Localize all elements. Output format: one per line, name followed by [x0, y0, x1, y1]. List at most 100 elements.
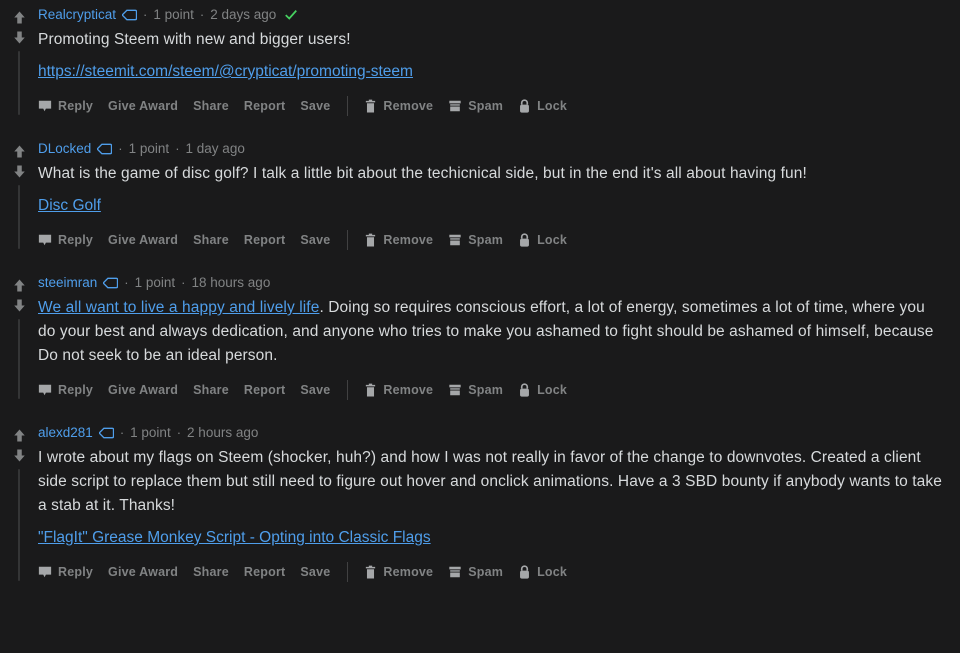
remove-label: Remove — [383, 383, 434, 397]
share-button[interactable]: Share — [193, 565, 229, 579]
upvote-arrow-icon[interactable] — [9, 7, 29, 27]
trash-can-icon — [364, 383, 377, 398]
comment-author[interactable]: DLocked — [38, 138, 91, 159]
spam-box-icon — [448, 383, 462, 397]
spam-button[interactable]: Spam — [448, 233, 503, 247]
vote-rail — [0, 272, 38, 401]
comment-text: What is the game of disc golf? I talk a … — [38, 165, 807, 182]
mod-actions: Remove Spam Lock — [364, 98, 582, 114]
comment-meta: DLocked · 1 point · 1 day ago — [38, 138, 946, 159]
remove-button[interactable]: Remove — [364, 99, 433, 114]
comment-item: alexd281 · 1 point · 2 hours ago I wrote… — [0, 418, 960, 583]
comment-points: 1 point — [130, 425, 171, 440]
meta-separator: · — [124, 275, 129, 290]
spam-button[interactable]: Spam — [448, 99, 503, 113]
meta-separator: · — [175, 141, 180, 156]
user-flair-tag-icon[interactable] — [122, 9, 138, 21]
downvote-arrow-icon[interactable] — [9, 445, 29, 465]
thread-collapse-line[interactable] — [18, 469, 20, 581]
lock-button[interactable]: Lock — [518, 382, 567, 398]
comment-body: alexd281 · 1 point · 2 hours ago I wrote… — [38, 422, 960, 583]
lock-button[interactable]: Lock — [518, 98, 568, 114]
reply-button[interactable]: Reply — [38, 233, 93, 247]
comment-item: DLocked · 1 point · 1 day ago What is th… — [0, 134, 960, 251]
lock-label: Lock — [537, 99, 568, 113]
lock-button[interactable]: Lock — [518, 564, 567, 580]
mod-actions: Remove Spam Lock — [364, 382, 582, 398]
reply-label: Reply — [58, 99, 94, 113]
report-button[interactable]: Report — [244, 383, 285, 397]
reply-button[interactable]: Reply — [38, 565, 93, 579]
comment-timestamp: 2 days ago — [210, 7, 277, 22]
remove-button[interactable]: Remove — [364, 233, 433, 248]
spam-label: Spam — [468, 99, 504, 113]
comment-thread: Realcrypticat · 1 point · 2 days ago Pro… — [0, 0, 960, 583]
downvote-arrow-icon[interactable] — [9, 295, 29, 315]
share-button[interactable]: Share — [193, 99, 229, 113]
comment-author[interactable]: steeimran — [38, 272, 97, 293]
comment-link[interactable]: https://steemit.com/steem/@crypticat/pro… — [38, 63, 413, 80]
user-flair-tag-icon[interactable] — [97, 143, 113, 155]
downvote-arrow-icon[interactable] — [9, 27, 29, 47]
speech-bubble-icon — [38, 383, 52, 397]
comment-author[interactable]: Realcrypticat — [38, 4, 116, 25]
save-button[interactable]: Save — [300, 565, 330, 579]
thread-collapse-line[interactable] — [18, 319, 20, 399]
trash-can-icon — [364, 99, 377, 114]
save-button[interactable]: Save — [300, 99, 330, 113]
comment-actions: Reply Give Award Share Report Save Remov… — [38, 229, 946, 251]
give-award-button[interactable]: Give Award — [108, 99, 178, 113]
give-award-button[interactable]: Give Award — [108, 233, 178, 247]
mod-actions-divider — [347, 380, 349, 400]
upvote-arrow-icon[interactable] — [9, 141, 29, 161]
trash-can-icon — [364, 565, 377, 580]
save-button[interactable]: Save — [300, 233, 330, 247]
mod-actions: Remove Spam Lock — [364, 232, 582, 248]
user-flair-tag-icon[interactable] — [98, 427, 114, 439]
comment-item: steeimran · 1 point · 18 hours ago We al… — [0, 268, 960, 401]
padlock-icon — [518, 232, 531, 248]
padlock-icon — [518, 382, 531, 398]
vote-rail — [0, 138, 38, 251]
report-button[interactable]: Report — [244, 565, 285, 579]
upvote-arrow-icon[interactable] — [9, 275, 29, 295]
share-button[interactable]: Share — [193, 233, 229, 247]
report-button[interactable]: Report — [244, 233, 285, 247]
comment-author[interactable]: alexd281 — [38, 422, 93, 443]
lock-button[interactable]: Lock — [518, 232, 567, 248]
user-flair-tag-icon[interactable] — [103, 277, 119, 289]
save-button[interactable]: Save — [300, 383, 330, 397]
verified-checkmark-icon — [284, 8, 298, 22]
comment-timestamp: 2 hours ago — [187, 425, 259, 440]
comment-item: Realcrypticat · 1 point · 2 days ago Pro… — [0, 0, 960, 117]
mod-actions-divider — [347, 96, 349, 116]
comment-link[interactable]: "FlagIt" Grease Monkey Script - Opting i… — [38, 529, 431, 546]
comment-inline-link[interactable]: We all want to live a happy and lively l… — [38, 299, 319, 316]
trash-can-icon — [364, 233, 377, 248]
spam-button[interactable]: Spam — [448, 383, 503, 397]
upvote-arrow-icon[interactable] — [9, 425, 29, 445]
comment-body: Realcrypticat · 1 point · 2 days ago Pro… — [38, 4, 960, 117]
report-button[interactable]: Report — [244, 99, 285, 113]
remove-button[interactable]: Remove — [364, 383, 433, 398]
vote-rail — [0, 4, 38, 117]
share-button[interactable]: Share — [193, 383, 229, 397]
downvote-arrow-icon[interactable] — [9, 161, 29, 181]
remove-label: Remove — [383, 565, 434, 579]
thread-collapse-line[interactable] — [18, 51, 20, 115]
reply-label: Reply — [58, 233, 94, 247]
reply-button[interactable]: Reply — [38, 99, 93, 113]
comment-actions: Reply Give Award Share Report Save Remov… — [38, 95, 946, 117]
vote-rail — [0, 422, 38, 583]
comment-link[interactable]: Disc Golf — [38, 197, 101, 214]
thread-collapse-line[interactable] — [18, 185, 20, 249]
spam-button[interactable]: Spam — [448, 565, 503, 579]
comment-meta: steeimran · 1 point · 18 hours ago — [38, 272, 946, 293]
comment-actions: Reply Give Award Share Report Save Remov… — [38, 561, 946, 583]
remove-button[interactable]: Remove — [364, 565, 433, 580]
remove-label: Remove — [383, 233, 434, 247]
give-award-button[interactable]: Give Award — [108, 565, 178, 579]
give-award-button[interactable]: Give Award — [108, 383, 178, 397]
spam-label: Spam — [468, 233, 504, 247]
reply-button[interactable]: Reply — [38, 383, 93, 397]
